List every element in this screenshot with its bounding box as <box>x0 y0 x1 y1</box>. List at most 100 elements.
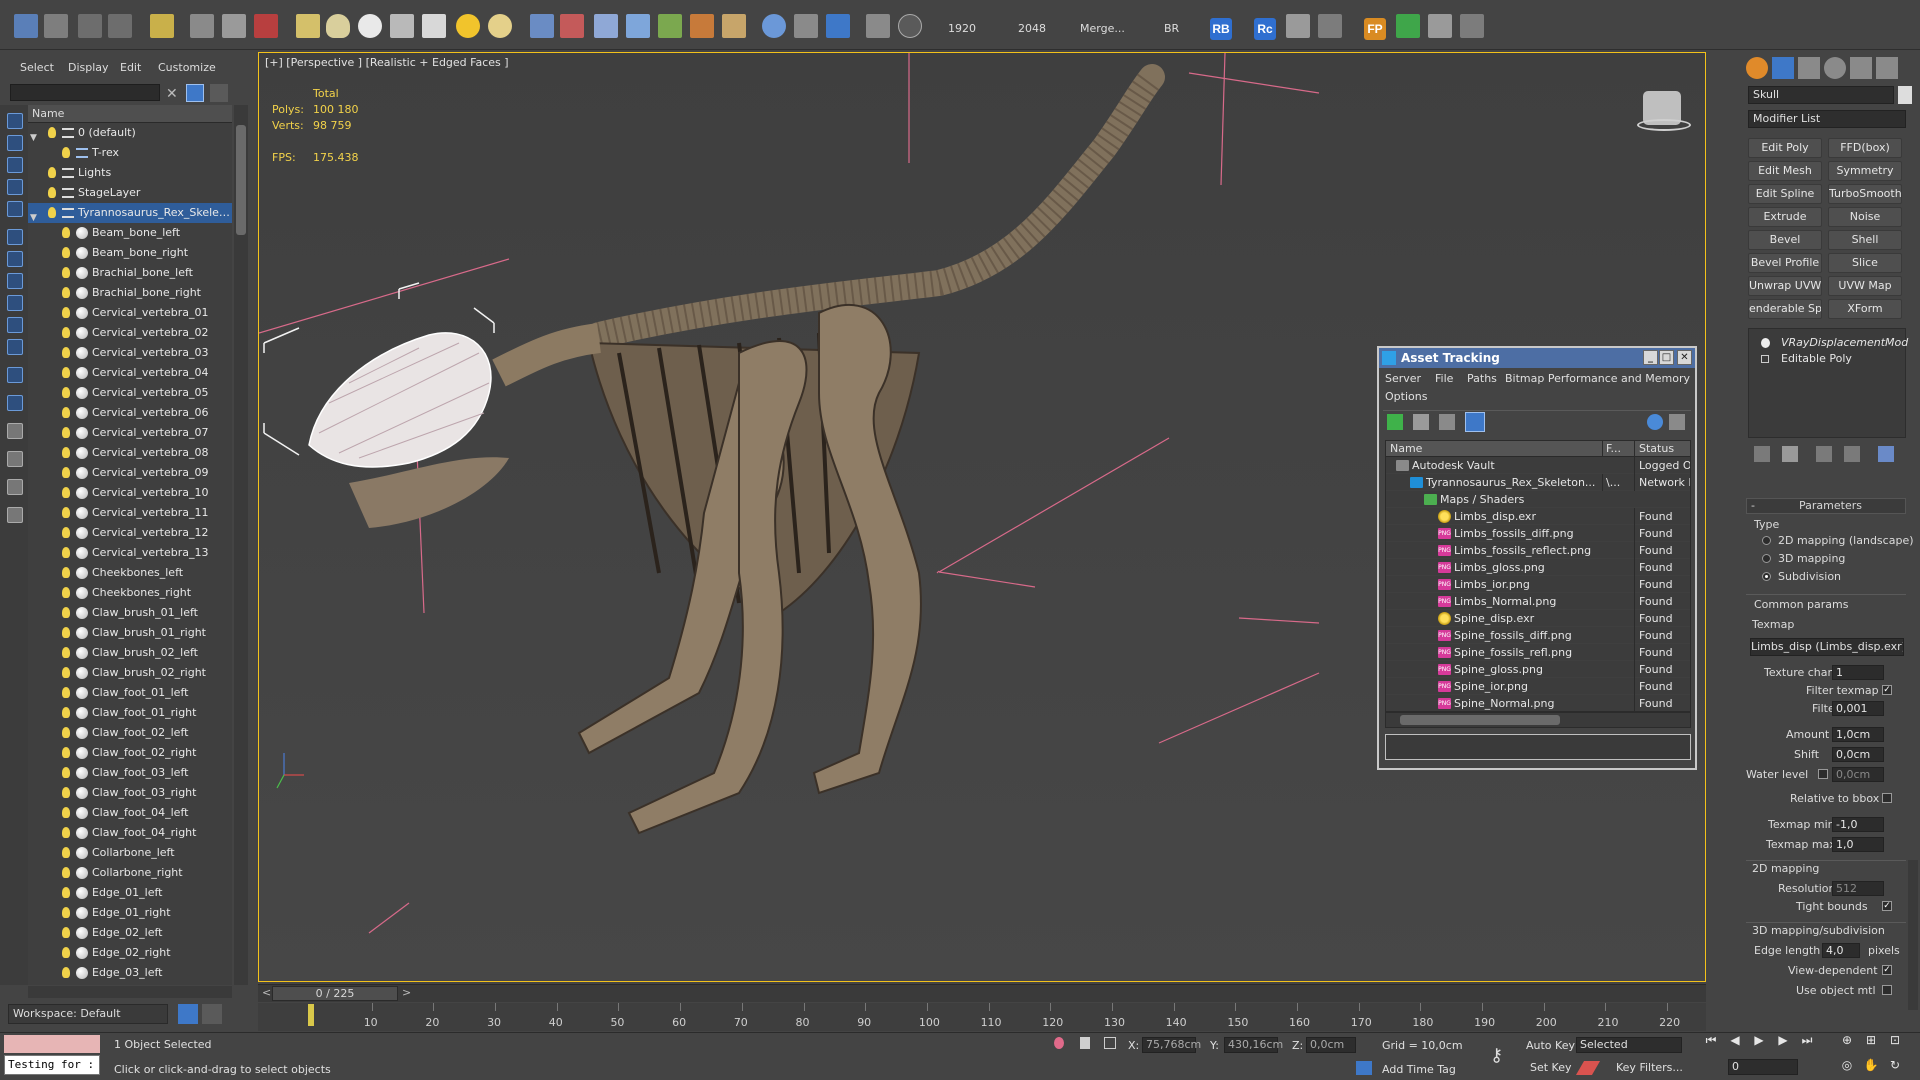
menu-select[interactable]: Select <box>20 61 54 74</box>
display-shapes-icon[interactable] <box>7 179 23 195</box>
modifier-button[interactable]: Bevel Profile <box>1748 253 1822 273</box>
fp-badge[interactable]: FP <box>1364 18 1386 40</box>
light-icon[interactable] <box>488 14 512 38</box>
asset-row[interactable]: PNG Limbs_gloss.png Found <box>1386 559 1690 576</box>
tree-item[interactable]: Beam_bone_left <box>28 223 232 243</box>
create-tab-icon[interactable] <box>1746 57 1768 79</box>
current-frame-field[interactable]: 0 <box>1728 1059 1798 1075</box>
visibility-bulb-icon[interactable] <box>62 827 70 838</box>
tree-item[interactable]: Cervical_vertebra_09 <box>28 463 232 483</box>
tree-item[interactable]: Cervical_vertebra_13 <box>28 543 232 563</box>
maxscript-input[interactable]: Testing for : <box>4 1055 100 1075</box>
link-icon[interactable] <box>44 14 68 38</box>
type-2d-label[interactable]: 2D mapping (landscape) <box>1778 534 1914 547</box>
set-key-button[interactable]: Set Key <box>1530 1061 1572 1074</box>
tree-item[interactable]: Edge_02_left <box>28 923 232 943</box>
display-none-icon[interactable] <box>7 113 23 129</box>
visibility-bulb-icon[interactable] <box>62 427 70 438</box>
asset-row[interactable]: PNG Limbs_Normal.png Found <box>1386 593 1690 610</box>
asset-scrollbar-thumb[interactable] <box>1400 715 1560 725</box>
schematic-icon[interactable] <box>108 14 132 38</box>
tree-item[interactable]: Claw_brush_02_right <box>28 663 232 683</box>
tree-item[interactable]: Brachial_bone_right <box>28 283 232 303</box>
utilities-tab-icon[interactable] <box>1876 57 1898 79</box>
select-by-name-icon[interactable] <box>78 14 102 38</box>
asset-row[interactable]: PNG Spine_fossils_diff.png Found <box>1386 627 1690 644</box>
pin-stack-icon[interactable] <box>1754 446 1770 462</box>
x-coordinate-field[interactable]: 75,768cm <box>1142 1037 1201 1053</box>
modifier-list-dropdown[interactable]: Modifier List <box>1748 110 1906 128</box>
motion-tab-icon[interactable] <box>1824 57 1846 79</box>
selection-lock-icon[interactable] <box>1080 1037 1090 1049</box>
tree-item[interactable]: Cheekbones_left <box>28 563 232 583</box>
time-prev-icon[interactable]: < <box>262 986 271 999</box>
tree-item[interactable]: Cervical_vertebra_03 <box>28 343 232 363</box>
orbit-icon[interactable]: ↻ <box>1886 1058 1904 1074</box>
modifier-button[interactable]: TurboSmooth <box>1828 184 1902 204</box>
visibility-bulb-icon[interactable] <box>62 247 70 258</box>
visibility-bulb-icon[interactable] <box>48 207 56 218</box>
tight-bounds-checkbox[interactable]: ✓ <box>1882 901 1892 911</box>
explorer-search-input[interactable] <box>10 84 160 101</box>
tree-horizontal-scrollbar[interactable] <box>28 986 232 998</box>
visibility-bulb-icon[interactable] <box>62 907 70 918</box>
amount-spinner[interactable]: 1,0cm <box>1832 727 1884 742</box>
visibility-bulb-icon[interactable] <box>62 747 70 758</box>
command-panel-scrollbar[interactable] <box>1908 860 1918 1010</box>
asset-row[interactable]: Spine_disp.exr Found <box>1386 610 1690 627</box>
help-icon[interactable] <box>898 14 922 38</box>
tree-item[interactable]: Edge_03_left <box>28 963 232 983</box>
clear-search-icon[interactable]: ✕ <box>166 86 178 102</box>
tree-item[interactable]: Cervical_vertebra_01 <box>28 303 232 323</box>
asset-settings-icon[interactable] <box>1669 414 1685 430</box>
display-all-icon[interactable] <box>7 135 23 151</box>
cone-icon[interactable] <box>422 14 446 38</box>
asset-row[interactable]: Maps / Shaders <box>1386 491 1690 508</box>
asset-row[interactable]: PNG Spine_fossils_refl.png Found <box>1386 644 1690 661</box>
pan-icon[interactable]: ✋ <box>1862 1058 1880 1074</box>
tree-item[interactable]: Claw_foot_02_right <box>28 743 232 763</box>
converter-icon[interactable] <box>794 14 818 38</box>
display-containers-icon[interactable] <box>7 367 23 383</box>
asset-row[interactable]: Autodesk Vault Logged O <box>1386 457 1690 474</box>
previous-frame-icon[interactable]: ◀ <box>1726 1033 1744 1049</box>
zoom-all-icon[interactable]: ⊞ <box>1862 1033 1880 1049</box>
visibility-bulb-icon[interactable] <box>62 647 70 658</box>
object-color-swatch[interactable] <box>1898 86 1912 104</box>
resolution-spinner[interactable]: 512 <box>1832 881 1884 896</box>
modifier-button[interactable]: UVW Map <box>1828 276 1902 296</box>
current-frame-marker[interactable] <box>308 1004 314 1026</box>
visibility-bulb-icon[interactable] <box>62 567 70 578</box>
key-filters-button[interactable]: Key Filters... <box>1616 1061 1683 1074</box>
close-button[interactable]: ✕ <box>1677 350 1692 365</box>
water-level-checkbox[interactable] <box>1818 769 1828 779</box>
absolute-mode-icon[interactable] <box>1104 1037 1116 1049</box>
auto-key-button[interactable]: Auto Key <box>1526 1039 1575 1052</box>
modifier-button[interactable]: Extrude <box>1748 207 1822 227</box>
visibility-bulb-icon[interactable] <box>62 147 70 158</box>
type-3d-label[interactable]: 3D mapping <box>1778 552 1845 565</box>
type-subdivision-label[interactable]: Subdivision <box>1778 570 1841 583</box>
menu-edit[interactable]: Edit <box>120 61 141 74</box>
time-slider-thumb[interactable]: 0 / 225 <box>272 986 398 1001</box>
time-tag-icon[interactable] <box>1356 1061 1372 1075</box>
asset-row[interactable]: PNG Spine_ior.png Found <box>1386 678 1690 695</box>
visibility-bulb-icon[interactable] <box>62 607 70 618</box>
stack-item-vraydisplacementmod[interactable]: VRayDisplacementMod <box>1751 335 1908 351</box>
display-xrefs-icon[interactable] <box>7 317 23 333</box>
visibility-bulb-icon[interactable] <box>48 187 56 198</box>
zoom-extents-icon[interactable]: ⊡ <box>1886 1033 1904 1049</box>
filter-texmap-checkbox[interactable]: ✓ <box>1882 685 1892 695</box>
key-icon[interactable]: ⚷ <box>1490 1045 1503 1066</box>
type-2d-radio[interactable] <box>1762 536 1771 545</box>
modifier-button[interactable]: XForm <box>1828 299 1902 319</box>
workspace-dropdown[interactable]: Workspace: Default <box>8 1004 168 1024</box>
time-slider[interactable]: < 0 / 225 > <box>258 984 1706 1002</box>
tree-item[interactable]: Cervical_vertebra_11 <box>28 503 232 523</box>
refresh-icon[interactable] <box>1387 414 1403 430</box>
render-width[interactable]: 1920 <box>948 22 976 35</box>
display-tab-icon[interactable] <box>1850 57 1872 79</box>
tree-item[interactable]: Beam_bone_right <box>28 243 232 263</box>
asset-tracking-titlebar[interactable]: Asset Tracking _ □ ✕ <box>1379 348 1695 368</box>
asset-row[interactable]: Limbs_disp.exr Found <box>1386 508 1690 525</box>
